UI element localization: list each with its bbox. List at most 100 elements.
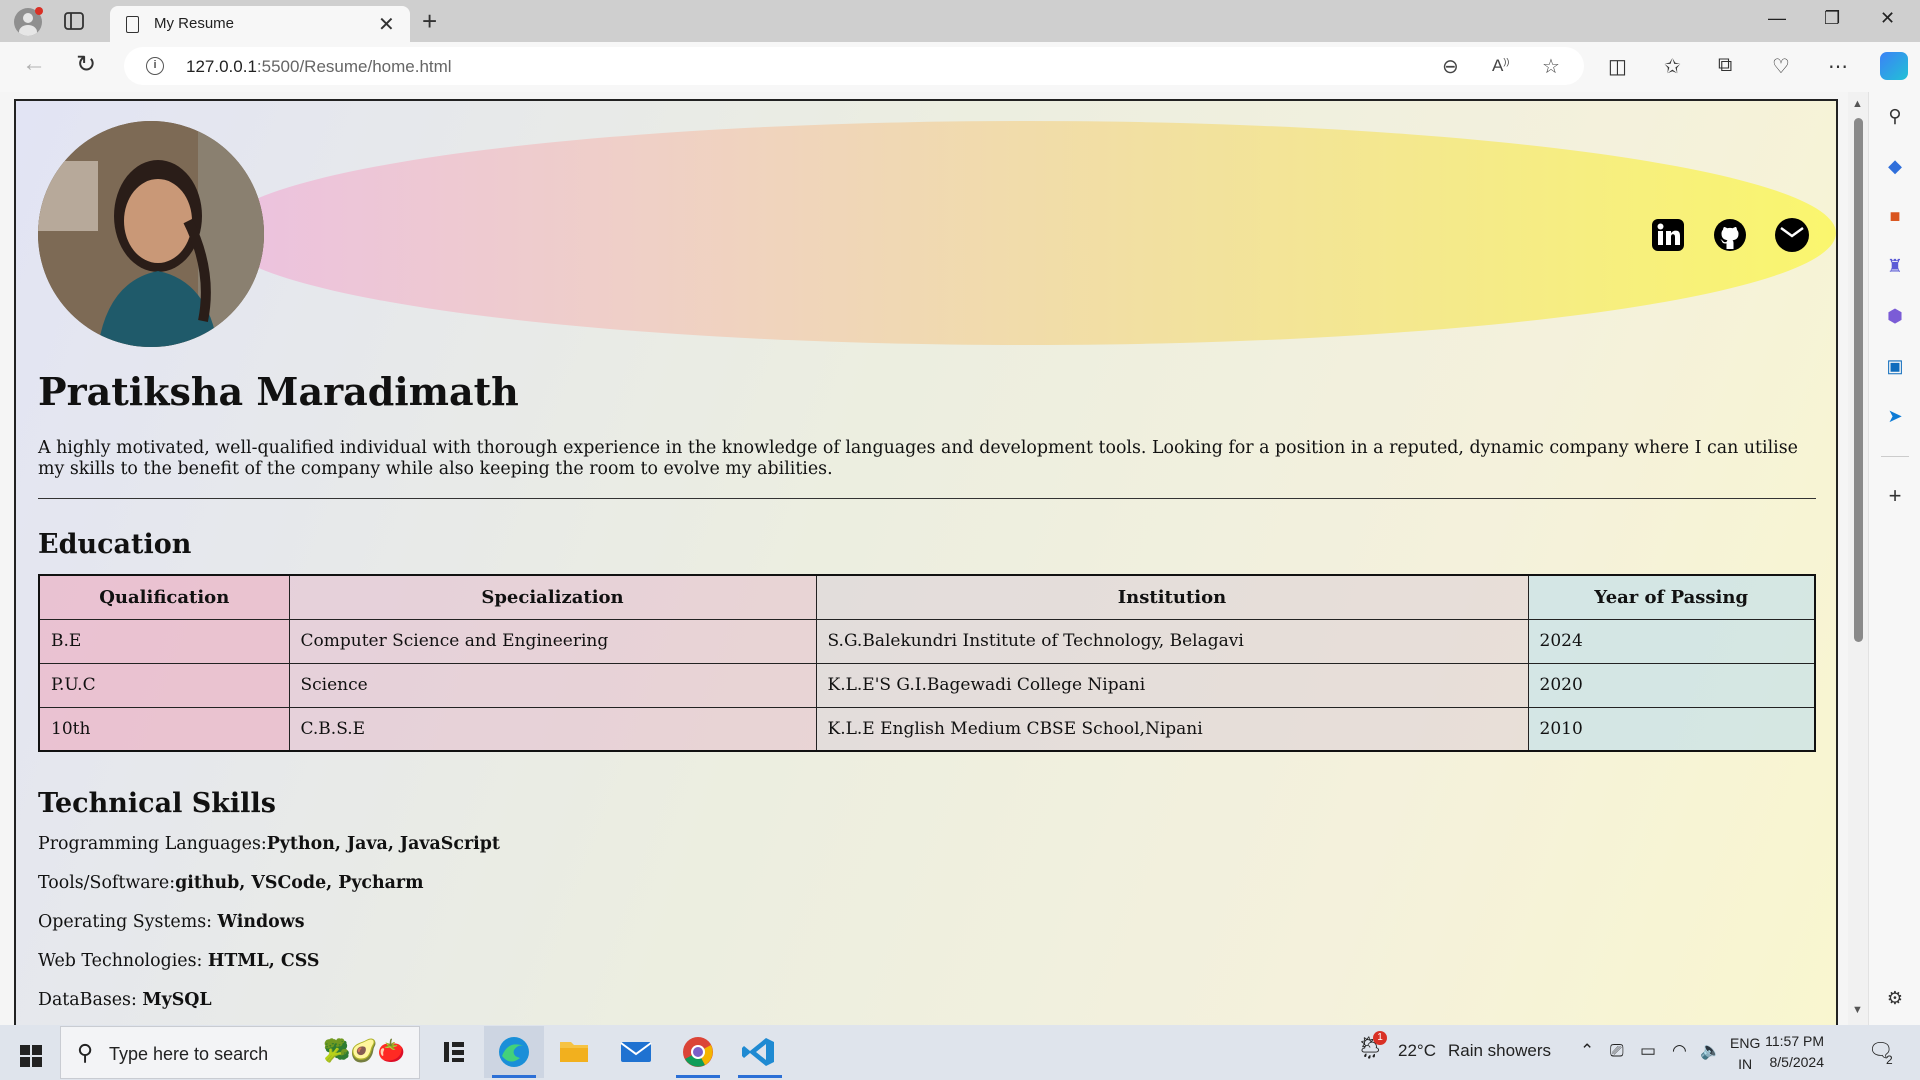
table-cell: K.L.E'S G.I.Bagewadi College Nipani	[815, 662, 1529, 708]
system-clock[interactable]: 11:57 PM 8/5/2024	[1754, 1031, 1824, 1073]
url-text[interactable]: 127.0.0.1:5500/Resume/home.html	[186, 57, 452, 77]
column-header: Institution	[815, 574, 1529, 620]
site-info-icon[interactable]: i	[146, 57, 164, 75]
tab-actions-icon[interactable]	[62, 10, 86, 32]
profile-photo	[38, 121, 264, 347]
address-bar[interactable]: i 127.0.0.1:5500/Resume/home.html ⊖ A)) …	[124, 47, 1584, 85]
battery-icon[interactable]: ▭	[1640, 1041, 1656, 1061]
table-row: B.E Computer Science and Engineering S.G…	[38, 618, 1816, 664]
scroll-thumb[interactable]	[1854, 118, 1863, 642]
vscode-app-icon[interactable]	[730, 1026, 790, 1078]
task-view-icon[interactable]	[424, 1026, 484, 1078]
sidebar-m365-icon[interactable]: ⬢	[1885, 306, 1905, 326]
skill-databases: DataBases: MySQL	[38, 990, 212, 1010]
column-header: Qualification	[38, 574, 290, 620]
sidebar-search-icon[interactable]: ⚲	[1885, 106, 1905, 126]
weather-temperature[interactable]: 22°C	[1398, 1041, 1436, 1061]
read-aloud-icon[interactable]: A))	[1492, 56, 1509, 76]
sidebar-drop-icon[interactable]: ➤	[1885, 406, 1905, 426]
taskbar-search-box[interactable]: ⚲ Type here to search 🥦🥑🍅	[60, 1026, 420, 1079]
refresh-icon[interactable]: ↻	[76, 50, 96, 79]
volume-icon[interactable]: 🔈	[1700, 1041, 1721, 1061]
collections-icon[interactable]: ⧉	[1718, 54, 1732, 77]
skill-programming-languages: Programming Languages:Python, Java, Java…	[38, 834, 500, 854]
table-cell: K.L.E English Medium CBSE School,Nipani	[815, 706, 1529, 752]
table-cell: C.B.S.E	[288, 706, 817, 752]
back-icon[interactable]: ←	[22, 50, 46, 78]
skills-heading: Technical Skills	[38, 788, 276, 819]
linkedin-icon[interactable]	[1648, 215, 1688, 255]
skill-web-technologies: Web Technologies: HTML, CSS	[38, 951, 320, 971]
table-cell: P.U.C	[38, 662, 290, 708]
table-cell: S.G.Balekundri Institute of Technology, …	[815, 618, 1529, 664]
weather-badge: 1	[1373, 1031, 1387, 1045]
tab-title: My Resume	[154, 15, 235, 32]
favorite-star-icon[interactable]: ☆	[1542, 54, 1560, 79]
header-banner	[218, 121, 1836, 345]
page-scrollbar[interactable]: ▲ ▼	[1848, 92, 1868, 1025]
table-row: 10th C.B.S.E K.L.E English Medium CBSE S…	[38, 706, 1816, 752]
github-icon[interactable]	[1710, 215, 1750, 255]
table-cell: 10th	[38, 706, 290, 752]
scroll-down-icon[interactable]: ▼	[1852, 1004, 1863, 1016]
new-tab-icon[interactable]: +	[422, 6, 437, 37]
search-highlight-icon: 🥦🥑🍅	[323, 1038, 406, 1063]
sidebar-games-icon[interactable]: ♜	[1885, 256, 1905, 276]
wifi-icon[interactable]: ◠	[1672, 1041, 1687, 1061]
resume-page: Pratiksha Maradimath A highly motivated,…	[14, 99, 1838, 1025]
more-menu-icon[interactable]: ⋯	[1828, 54, 1848, 79]
email-icon[interactable]	[1772, 215, 1812, 255]
table-row: P.U.C Science K.L.E'S G.I.Bagewadi Colle…	[38, 662, 1816, 708]
weather-condition[interactable]: Rain showers	[1448, 1041, 1551, 1061]
sidebar-divider	[1881, 456, 1909, 457]
split-screen-icon[interactable]: ◫	[1608, 54, 1627, 79]
profile-notification-dot	[35, 7, 43, 15]
sidebar-add-icon[interactable]: +	[1885, 485, 1905, 507]
section-divider	[38, 498, 1816, 499]
windows-taskbar: ⚲ Type here to search 🥦🥑🍅 🌦 1 22°C Rain …	[0, 1025, 1920, 1080]
table-cell: 2024	[1527, 618, 1816, 664]
close-tab-icon[interactable]: ✕	[378, 12, 395, 37]
scroll-up-icon[interactable]: ▲	[1852, 98, 1863, 110]
table-cell: Computer Science and Engineering	[288, 618, 817, 664]
favorites-icon[interactable]: ✩	[1664, 54, 1681, 79]
column-header: Year of Passing	[1527, 574, 1816, 620]
minimize-icon[interactable]: —	[1768, 8, 1786, 29]
page-icon	[126, 16, 139, 33]
chrome-app-icon[interactable]	[668, 1026, 728, 1078]
education-table: Qualification Specialization Institution…	[38, 574, 1816, 752]
search-placeholder: Type here to search	[109, 1044, 269, 1064]
show-hidden-icons-icon[interactable]: ⌃	[1580, 1041, 1594, 1061]
table-cell: 2020	[1527, 662, 1816, 708]
edge-sidebar: ⚲ ◆ ■ ♜ ⬢ ▣ ➤ + ⚙	[1868, 92, 1920, 1025]
sidebar-shopping-icon[interactable]: ◆	[1885, 156, 1905, 176]
tab-my-resume[interactable]: My Resume ✕	[110, 6, 410, 42]
browser-toolbar: ← ↻ i 127.0.0.1:5500/Resume/home.html ⊖ …	[0, 42, 1920, 92]
table-cell: 2010	[1527, 706, 1816, 752]
table-cell: Science	[288, 662, 817, 708]
sidebar-outlook-icon[interactable]: ▣	[1885, 356, 1905, 376]
sidebar-tools-icon[interactable]: ■	[1885, 206, 1905, 226]
meet-now-icon[interactable]: ⎚	[1610, 1041, 1624, 1061]
skill-operating-systems: Operating Systems: Windows	[38, 912, 305, 932]
mail-app-icon[interactable]	[606, 1026, 666, 1078]
file-explorer-icon[interactable]	[544, 1026, 604, 1078]
skill-tools-software: Tools/Software:github, VSCode, Pycharm	[38, 873, 424, 893]
zoom-out-icon[interactable]: ⊖	[1442, 54, 1459, 79]
copilot-icon[interactable]	[1880, 52, 1908, 80]
education-heading: Education	[38, 529, 192, 560]
restore-icon[interactable]: ❐	[1824, 8, 1840, 29]
table-header-row: Qualification Specialization Institution…	[38, 574, 1816, 620]
sidebar-settings-icon[interactable]: ⚙	[1885, 988, 1905, 1008]
table-cell: B.E	[38, 618, 290, 664]
search-icon: ⚲	[77, 1040, 94, 1065]
edge-app-icon[interactable]	[484, 1026, 544, 1078]
tab-strip: My Resume ✕ + — ❐ ✕	[0, 0, 1920, 42]
column-header: Specialization	[288, 574, 817, 620]
resume-name: Pratiksha Maradimath	[38, 369, 519, 414]
resume-summary: A highly motivated, well-qualified indiv…	[38, 438, 1798, 479]
notification-count: 2	[1886, 1053, 1893, 1067]
close-window-icon[interactable]: ✕	[1880, 8, 1895, 29]
windows-start-icon[interactable]	[20, 1045, 42, 1067]
browser-essentials-icon[interactable]: ♡	[1772, 54, 1790, 79]
